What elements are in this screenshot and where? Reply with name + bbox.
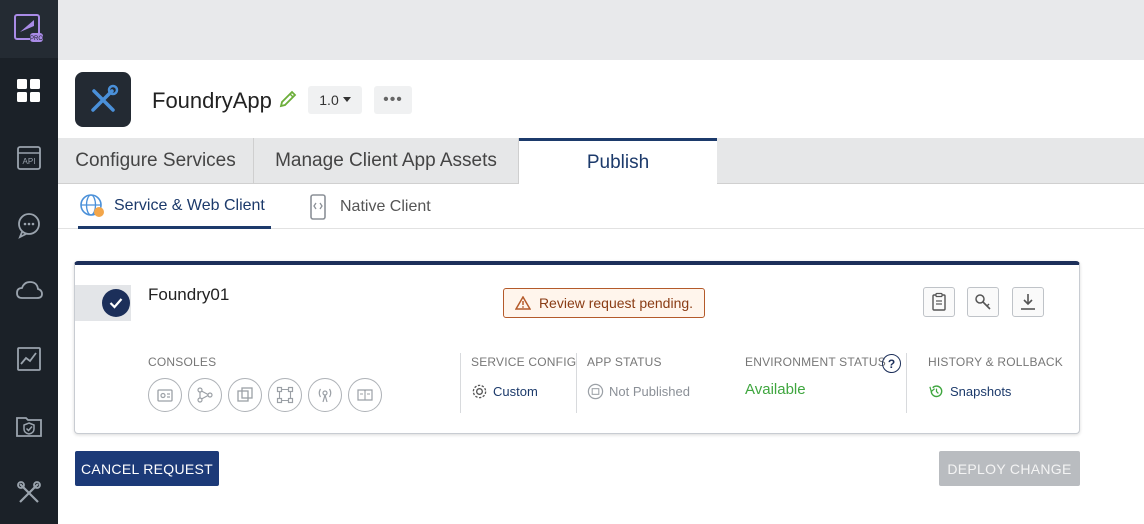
console-integration-icon[interactable] xyxy=(188,378,222,412)
app-status-value: Not Published xyxy=(609,384,690,399)
app-tools-icon xyxy=(75,72,131,127)
tab-publish[interactable]: Publish xyxy=(519,138,717,185)
deploy-change-button[interactable]: DEPLOY CHANGE xyxy=(939,451,1080,486)
subtab-label: Service & Web Client xyxy=(114,196,265,214)
tools-icon[interactable] xyxy=(0,470,58,516)
status-badge-text: Review request pending. xyxy=(538,295,694,311)
subtab-service-web-client[interactable]: Service & Web Client xyxy=(78,185,271,229)
history-rollback-label: HISTORY & ROLLBACK xyxy=(928,355,1063,369)
status-badge: Review request pending. xyxy=(503,288,705,318)
console-messaging-icon[interactable] xyxy=(308,378,342,412)
tab-manage-client-app-assets[interactable]: Manage Client App Assets xyxy=(254,138,519,184)
subtab-label: Native Client xyxy=(340,198,431,215)
check-icon[interactable] xyxy=(102,289,130,317)
service-config-label: SERVICE CONFIG xyxy=(471,355,577,369)
divider xyxy=(460,353,461,413)
clipboard-button[interactable] xyxy=(923,287,955,317)
analytics-icon[interactable] xyxy=(0,336,58,382)
clipboard-icon xyxy=(932,292,946,311)
environment-status-label: ENVIRONMENT STATUS xyxy=(745,355,886,369)
key-button[interactable] xyxy=(967,287,999,317)
globe-icon xyxy=(80,193,104,217)
more-options-button[interactable]: ••• xyxy=(374,86,412,114)
help-icon[interactable]: ? xyxy=(882,354,901,373)
consoles-label: CONSOLES xyxy=(148,355,217,369)
svg-text:PRO: PRO xyxy=(30,36,43,42)
app-status-value-wrap: Not Published xyxy=(587,383,690,400)
foundry-logo-icon[interactable]: PRO xyxy=(0,0,58,58)
snapshots-value: Snapshots xyxy=(950,384,1012,399)
subtab-native-client[interactable]: Native Client xyxy=(304,185,431,229)
mobile-code-icon xyxy=(310,194,326,220)
console-objects-icon[interactable] xyxy=(228,378,262,412)
api-icon[interactable]: API xyxy=(0,135,58,181)
console-identity-icon[interactable] xyxy=(148,378,182,412)
cloud-icon[interactable] xyxy=(0,268,58,314)
console-orchestration-icon[interactable] xyxy=(268,378,302,412)
history-icon xyxy=(929,385,943,398)
chat-icon[interactable] xyxy=(0,202,58,248)
apps-grid-icon[interactable] xyxy=(0,68,58,114)
app-header: FoundryApp 1.0 ••• xyxy=(58,60,1144,138)
divider xyxy=(906,353,907,413)
version-label: 1.0 xyxy=(319,92,339,108)
gear-icon xyxy=(472,384,487,399)
download-button[interactable] xyxy=(1012,287,1044,317)
cancel-request-button[interactable]: CANCEL REQUEST xyxy=(75,451,219,486)
edit-pencil-icon[interactable] xyxy=(278,89,298,109)
main-tabs: Configure Services Manage Client App Ass… xyxy=(58,138,1144,185)
security-folder-icon[interactable] xyxy=(0,403,58,449)
environment-name: Foundry01 xyxy=(148,285,230,304)
app-title: FoundryApp xyxy=(152,88,272,113)
snapshots-link[interactable]: Snapshots xyxy=(928,383,1011,400)
warning-icon xyxy=(514,296,531,310)
top-bar xyxy=(58,0,1144,60)
divider xyxy=(576,353,577,413)
console-docs-icon[interactable] xyxy=(348,378,382,412)
download-icon xyxy=(1021,294,1035,310)
app-status-label: APP STATUS xyxy=(587,355,662,369)
chevron-down-icon xyxy=(342,97,351,102)
version-dropdown[interactable]: 1.0 xyxy=(308,86,362,114)
key-icon xyxy=(975,294,991,310)
service-config-link[interactable]: Custom xyxy=(471,383,538,400)
left-nav: PRO API xyxy=(0,0,58,524)
svg-text:API: API xyxy=(23,157,36,166)
service-config-value: Custom xyxy=(493,384,538,399)
environment-status-value: Available xyxy=(745,381,806,398)
environment-card: Foundry01 Review request pending. CONSOL… xyxy=(74,261,1080,434)
sub-tabs: Service & Web Client Native Client xyxy=(58,185,1144,229)
tab-configure-services[interactable]: Configure Services xyxy=(58,138,254,184)
not-published-icon xyxy=(587,383,604,400)
